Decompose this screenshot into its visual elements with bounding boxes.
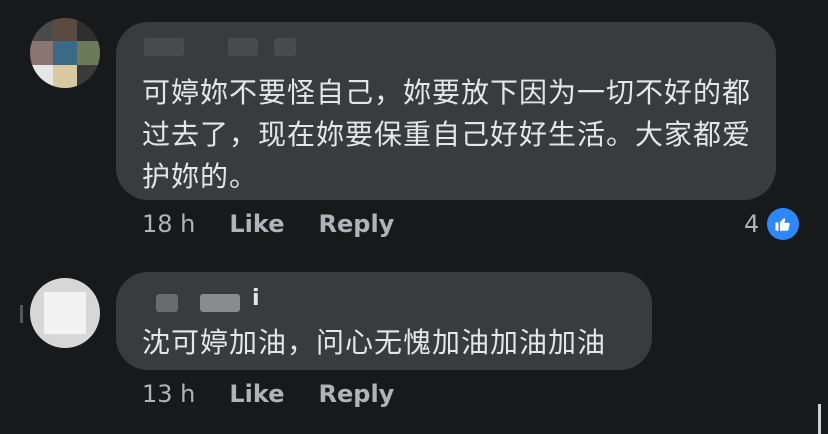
- like-button[interactable]: Like: [229, 210, 284, 238]
- commenter-avatar[interactable]: [30, 18, 100, 88]
- comment-timestamp[interactable]: 18 h: [142, 210, 195, 238]
- commenter-name-redacted[interactable]: [200, 294, 240, 312]
- commenter-avatar[interactable]: [30, 278, 100, 348]
- thumbs-up-icon: [767, 208, 800, 240]
- reply-button[interactable]: Reply: [319, 380, 395, 408]
- commenter-name-redacted[interactable]: [228, 38, 258, 56]
- reaction-count: 4: [744, 210, 760, 238]
- comment-actions: 18 h Like Reply: [142, 210, 394, 238]
- commenter-name-redacted[interactable]: [156, 294, 178, 312]
- commenter-name-suffix[interactable]: i: [252, 286, 260, 311]
- like-button[interactable]: Like: [229, 380, 284, 408]
- comment-bubble: i 沈可婷加油，问心无愧加油加油加油: [116, 272, 652, 370]
- comment-text: 可婷妳不要怪自己，妳要放下因为一切不好的都过去了，现在妳要保重自己好好生活。大家…: [142, 76, 752, 193]
- thread-line: [20, 305, 23, 323]
- comment-text: 沈可婷加油，问心无愧加油加油加油: [142, 326, 607, 359]
- comment-bubble: 可婷妳不要怪自己，妳要放下因为一切不好的都过去了，现在妳要保重自己好好生活。大家…: [116, 22, 776, 200]
- scrollbar[interactable]: [818, 404, 821, 434]
- comment-actions: 13 h Like Reply: [142, 380, 394, 408]
- reaction-summary[interactable]: 4: [744, 208, 800, 240]
- commenter-name-redacted[interactable]: [144, 38, 184, 56]
- commenter-name-redacted[interactable]: [274, 38, 296, 56]
- reply-button[interactable]: Reply: [319, 210, 395, 238]
- comment-timestamp[interactable]: 13 h: [142, 380, 195, 408]
